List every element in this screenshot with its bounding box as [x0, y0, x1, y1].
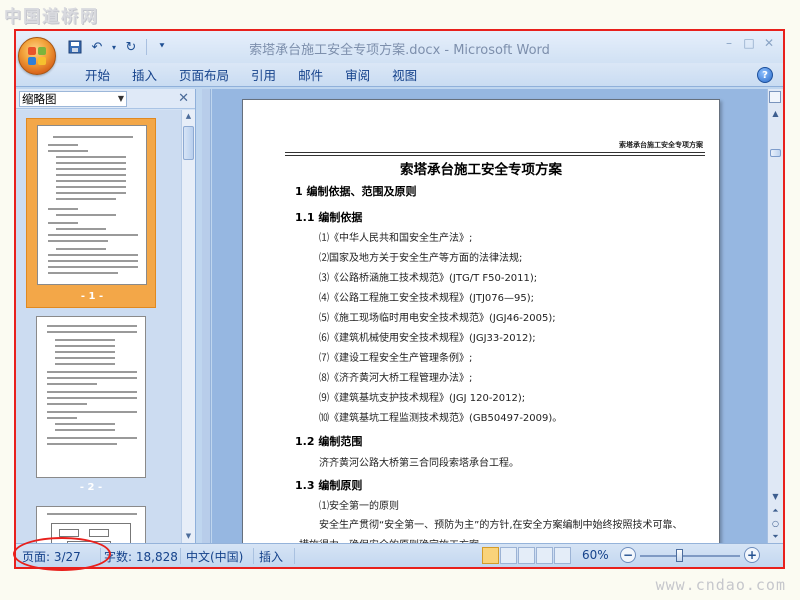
header-rule	[285, 155, 705, 156]
watermark-logo-text: 中国道桥网	[4, 7, 99, 27]
office-logo-icon	[28, 47, 46, 65]
annotation-circle	[13, 537, 111, 571]
document-title: 索塔承台施工安全专项方案	[400, 162, 562, 178]
document-paragraph: ⑽《建筑基坑工程监测技术规范》(GB50497-2009)。	[319, 413, 563, 424]
zoom-in-icon[interactable]: +	[744, 547, 760, 563]
navigation-view-label: 缩略图	[22, 92, 57, 106]
thumbnail-page-number: - 1 -	[80, 291, 104, 302]
scroll-down-icon[interactable]: ▼	[769, 490, 782, 503]
thumbnail-page-1[interactable]: - 1 -	[26, 118, 156, 308]
page-header-text: 索塔承台施工安全专项方案	[619, 141, 703, 149]
title-bar: ↶ ▾ ↻ ⯆ 索塔承台施工安全专项方案.docx - Microsoft Wo…	[16, 31, 783, 63]
thumbnail-scrollbar[interactable]: ▲ ▼	[181, 110, 195, 543]
tab-view[interactable]: 视图	[381, 67, 428, 85]
document-paragraph: ⑻《济齐黄河大桥工程管理办法》;	[319, 373, 473, 384]
scrollbar-thumb[interactable]	[770, 149, 781, 157]
zoom-level[interactable]: 60%	[582, 548, 609, 562]
insert-mode-status[interactable]: 插入	[259, 548, 283, 565]
scrollbar-thumb[interactable]	[183, 126, 194, 160]
document-page[interactable]: 索塔承台施工安全专项方案 索塔承台施工安全专项方案 1 编制依据、范围及原则 1.…	[242, 99, 720, 543]
vertical-ruler	[202, 89, 211, 543]
tab-insert[interactable]: 插入	[121, 67, 168, 85]
document-heading: 1.3 编制原则	[295, 479, 363, 492]
word-window: ↶ ▾ ↻ ⯆ 索塔承台施工安全专项方案.docx - Microsoft Wo…	[14, 29, 785, 569]
status-bar: 页面: 3/27 字数: 18,828 中文(中国) 插入 60% − +	[16, 543, 783, 567]
navigation-view-select[interactable]: 缩略图 ▼	[19, 91, 127, 107]
tab-references[interactable]: 引用	[240, 67, 287, 85]
document-paragraph: 安全生产贯彻“安全第一、预防为主”的方针,在安全方案编制中始终按照技术可靠、	[319, 520, 683, 531]
status-separator	[180, 548, 181, 564]
document-paragraph: ⑴《中华人民共和国安全生产法》;	[319, 233, 473, 244]
language-status[interactable]: 中文(中国)	[186, 548, 243, 565]
document-paragraph: ⑼《建筑基坑支护技术规程》(JGJ 120-2012);	[319, 393, 526, 404]
view-buttons	[482, 547, 571, 564]
thumbnail-page-2[interactable]: - 2 -	[26, 316, 156, 496]
office-button[interactable]	[18, 37, 56, 75]
ribbon-tabs: 开始 插入 页面布局 引用 邮件 审阅 视图	[74, 67, 428, 85]
thumbnail-page-image	[37, 125, 147, 285]
thumbnail-list: - 1 - - 2 -	[16, 110, 182, 543]
thumbnail-pane-header: 缩略图 ▼ ✕	[16, 89, 195, 109]
document-paragraph: ⑸《施工现场临时用电安全技术规范》(JGJ46-2005);	[319, 313, 556, 324]
view-ruler-icon[interactable]	[769, 91, 781, 103]
print-layout-view-icon[interactable]	[482, 547, 499, 564]
document-paragraph: ⑷《公路工程施工安全技术规程》(JTJ076—95);	[319, 293, 534, 304]
document-paragraph: ⑺《建设工程安全生产管理条例》;	[319, 353, 473, 364]
web-layout-view-icon[interactable]	[518, 547, 535, 564]
draft-view-icon[interactable]	[554, 547, 571, 564]
document-paragraph: ⑹《建筑机械使用安全技术规程》(JGJ33-2012);	[319, 333, 536, 344]
select-browse-object-icon[interactable]: ○	[769, 517, 782, 530]
next-page-icon[interactable]: ⏷	[769, 530, 782, 543]
document-paragraph: 济齐黄河公路大桥第三合同段索塔承台工程。	[319, 458, 519, 469]
document-scrollbar[interactable]: ▲ ▼ ⏶ ○ ⏷	[767, 89, 783, 543]
scroll-down-icon[interactable]: ▼	[182, 530, 195, 543]
window-title: 索塔承台施工安全专项方案.docx - Microsoft Word	[249, 43, 550, 58]
zoom-out-icon[interactable]: −	[620, 547, 636, 563]
window-controls: – □ ✕	[721, 35, 777, 51]
tab-page-layout[interactable]: 页面布局	[168, 67, 240, 85]
zoom-slider[interactable]	[640, 555, 740, 557]
status-separator	[253, 548, 254, 564]
scroll-up-icon[interactable]: ▲	[182, 110, 195, 123]
thumbnail-page-number: - 2 -	[79, 482, 103, 493]
scroll-up-icon[interactable]: ▲	[769, 107, 782, 120]
document-paragraph: ⑶《公路桥涵施工技术规范》(JTG/T F50-2011);	[319, 273, 538, 284]
minimize-icon[interactable]: –	[721, 35, 737, 51]
tab-mailings[interactable]: 邮件	[287, 67, 334, 85]
watermark-url-text: www.cndao.com	[655, 576, 786, 594]
word-count-status[interactable]: 字数: 18,828	[104, 548, 178, 565]
maximize-icon[interactable]: □	[741, 35, 757, 51]
chevron-down-icon: ▼	[117, 94, 124, 103]
help-icon[interactable]: ?	[757, 67, 773, 83]
full-screen-reading-view-icon[interactable]	[500, 547, 517, 564]
header-rule	[285, 152, 705, 153]
ribbon-tab-bar: 开始 插入 页面布局 引用 邮件 审阅 视图 ?	[16, 63, 783, 87]
status-separator	[294, 548, 295, 564]
thumbnail-page-image	[36, 316, 146, 478]
document-area[interactable]: 索塔承台施工安全专项方案 索塔承台施工安全专项方案 1 编制依据、范围及原则 1.…	[212, 89, 773, 543]
tab-review[interactable]: 审阅	[334, 67, 381, 85]
previous-page-icon[interactable]: ⏶	[769, 504, 782, 517]
close-icon[interactable]: ✕	[761, 35, 777, 51]
close-icon[interactable]: ✕	[178, 91, 189, 106]
outline-view-icon[interactable]	[536, 547, 553, 564]
document-heading: 1.2 编制范围	[295, 435, 363, 448]
document-paragraph: ⑴安全第一的原则	[319, 501, 399, 512]
zoom-slider-handle[interactable]	[676, 549, 683, 562]
document-heading: 1 编制依据、范围及原则	[295, 185, 417, 198]
tab-home[interactable]: 开始	[74, 67, 121, 85]
document-paragraph: ⑵国家及地方关于安全生产等方面的法律法规;	[319, 253, 523, 264]
document-heading: 1.1 编制依据	[295, 211, 363, 224]
thumbnail-pane: 缩略图 ▼ ✕ - 1 - - 2 - ▲ ▼	[16, 89, 196, 543]
